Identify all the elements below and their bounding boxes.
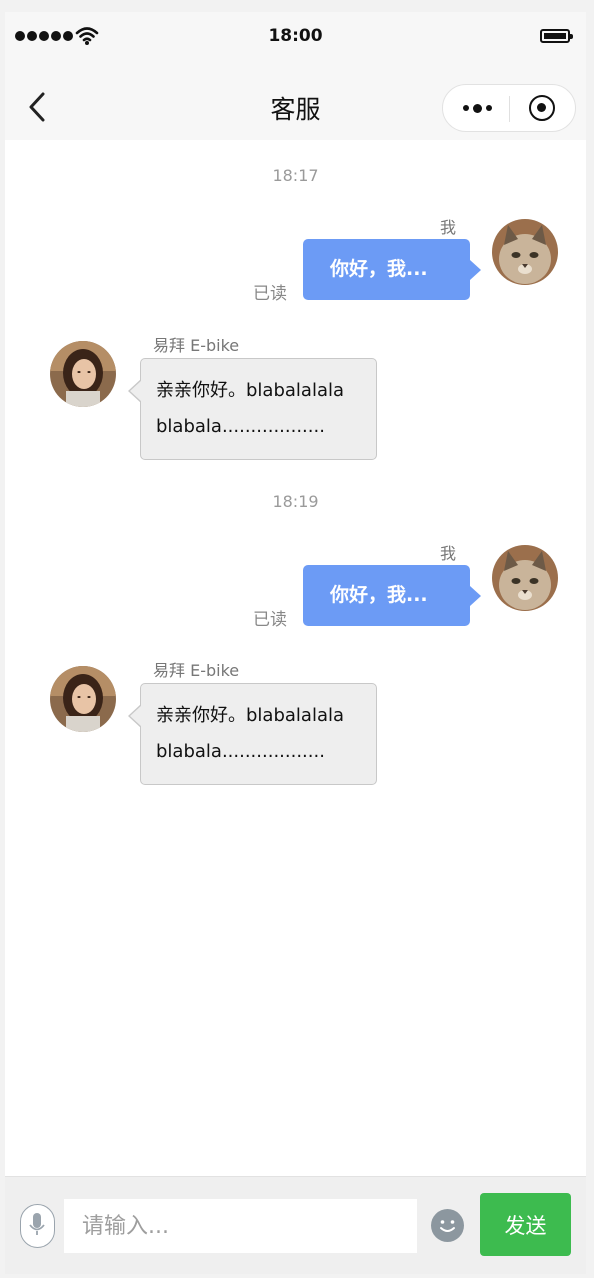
service-avatar[interactable] [50, 341, 116, 407]
service-avatar[interactable] [50, 666, 116, 732]
bubble-tail [128, 704, 142, 728]
navigation-bar: 客服 [5, 60, 586, 140]
message-input[interactable] [64, 1199, 417, 1253]
message-line: blabala.................. [156, 416, 325, 437]
battery-icon [540, 29, 573, 43]
chat-screen: 18:00 客服 18:17 我 你好，我... 已读 易拜 E-bike 亲亲… [5, 12, 586, 1274]
message-line: 亲亲你好。blabalalala [156, 380, 345, 401]
my-avatar-lynx[interactable] [492, 545, 558, 611]
my-sender-name: 我 [440, 218, 457, 237]
send-button[interactable]: 发送 [480, 1193, 571, 1256]
read-status: 已读 [253, 610, 287, 630]
message-line: blabala.................. [156, 741, 325, 762]
service-message-bubble[interactable]: 亲亲你好。blabalalala blabala................… [128, 358, 377, 460]
smiley-icon[interactable] [431, 1209, 464, 1242]
service-message-bubble[interactable]: 亲亲你好。blabalalala blabala................… [128, 683, 377, 785]
my-sender-name: 我 [440, 544, 457, 563]
message-timestamp: 18:17 [272, 166, 319, 185]
my-message-bubble[interactable]: 你好，我... [303, 565, 481, 626]
input-bar: 发送 [5, 1176, 586, 1274]
bubble-tail [128, 379, 142, 403]
menu-capsule [442, 84, 576, 132]
capsule-divider [509, 96, 510, 122]
service-sender-name: 易拜 E-bike [153, 336, 240, 355]
service-sender-name: 易拜 E-bike [153, 661, 240, 680]
my-message-bubble[interactable]: 你好，我... [303, 239, 481, 300]
status-time: 18:00 [268, 26, 323, 46]
message-timestamp: 18:19 [272, 492, 319, 511]
microphone-icon[interactable] [20, 1204, 55, 1248]
my-avatar-lynx[interactable] [492, 219, 558, 285]
read-status: 已读 [253, 284, 287, 304]
message-line: 亲亲你好。blabalalala [156, 705, 345, 726]
more-dots-icon[interactable] [459, 94, 495, 122]
status-bar: 18:00 [5, 12, 586, 60]
close-target-icon[interactable] [529, 95, 555, 121]
